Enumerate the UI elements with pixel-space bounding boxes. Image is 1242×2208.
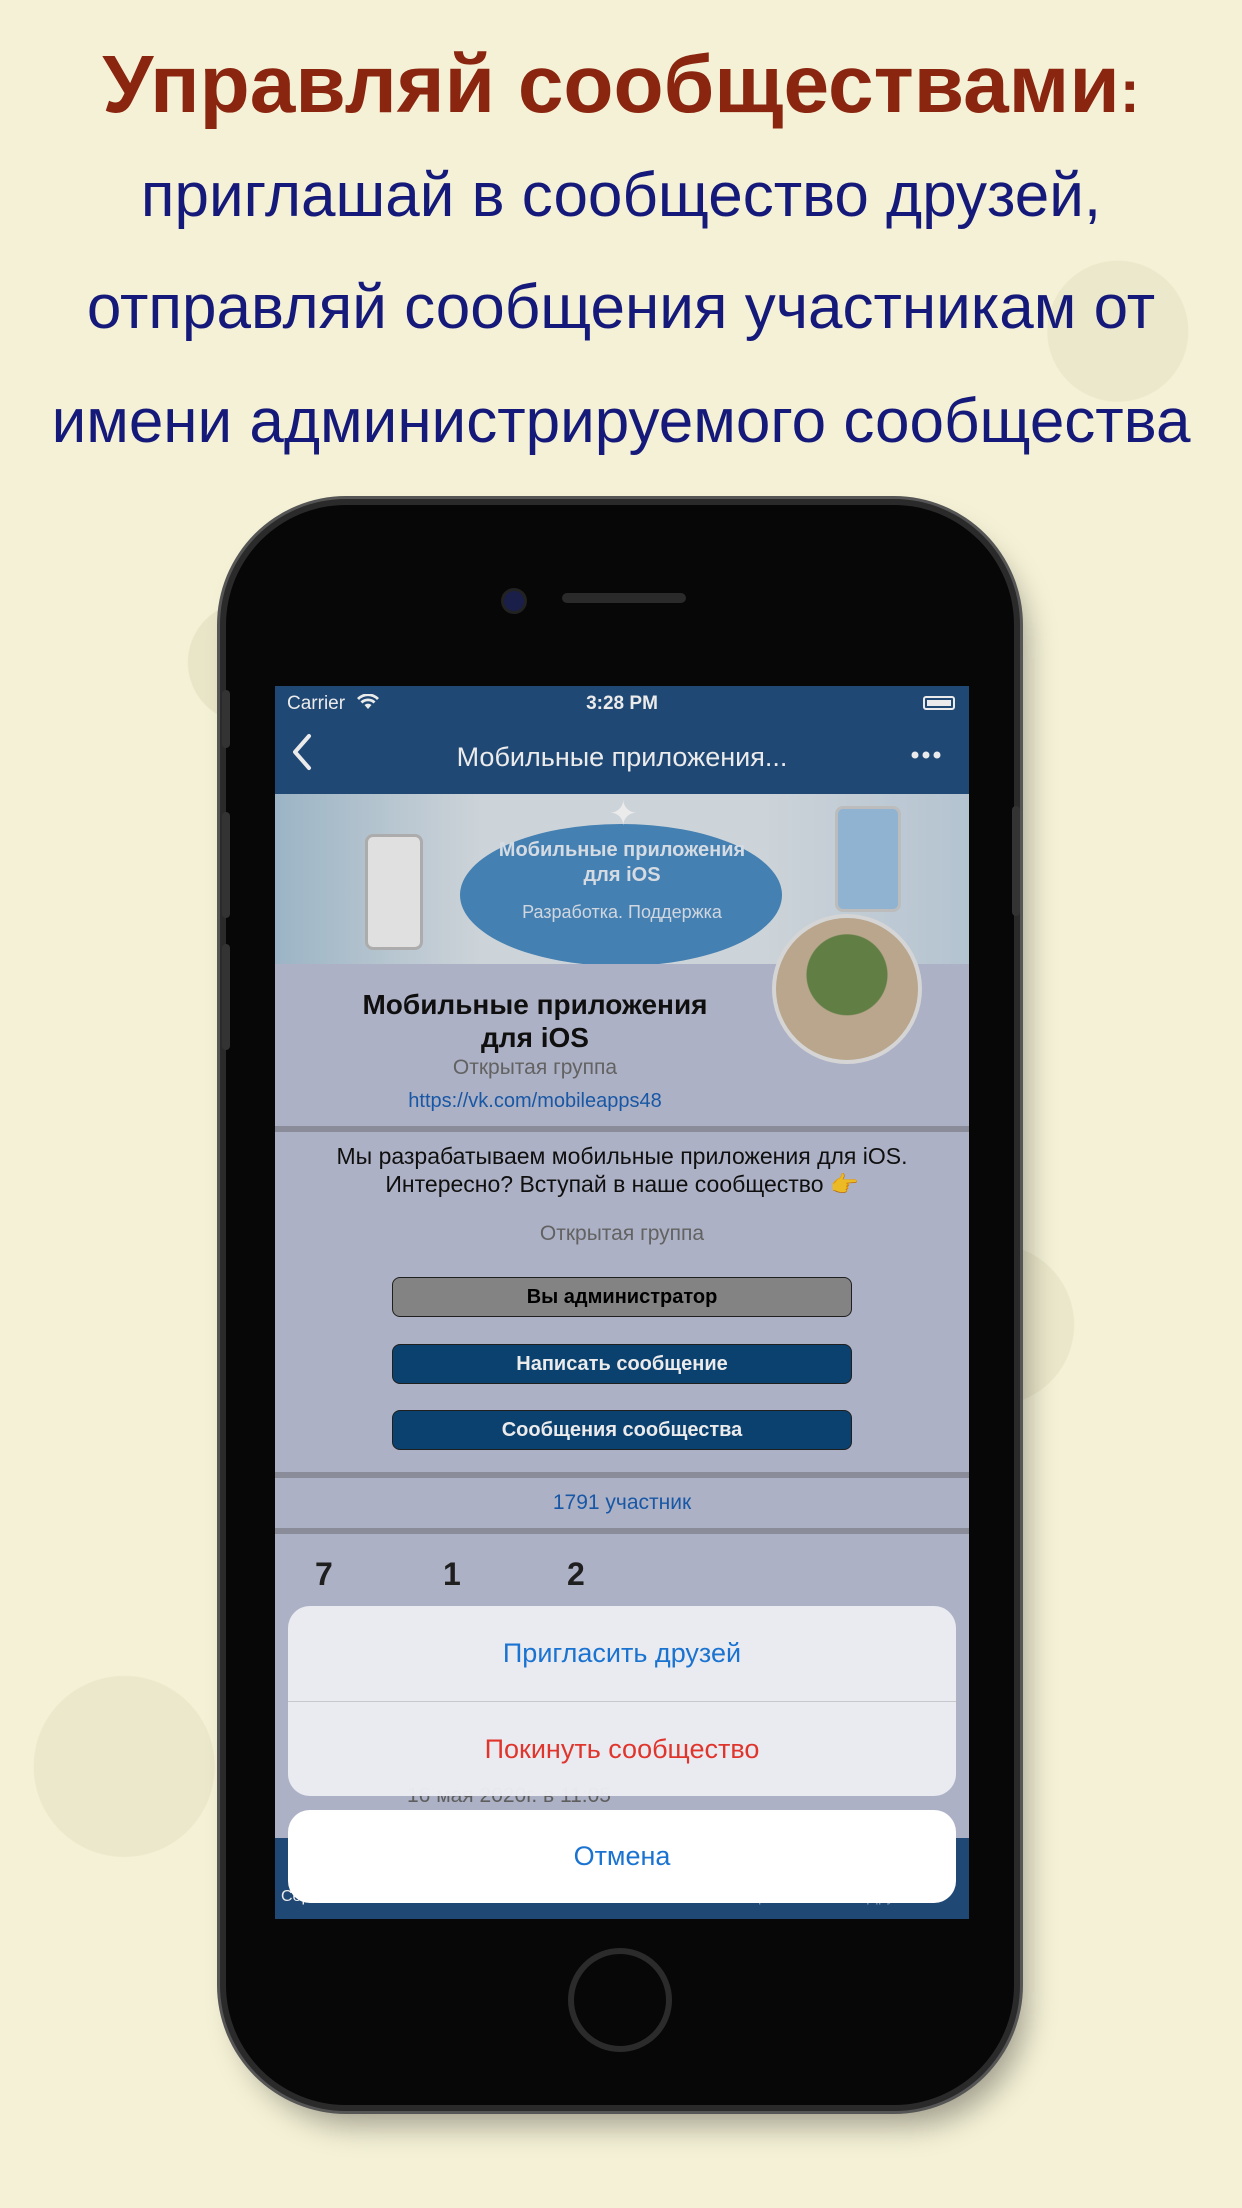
power-button xyxy=(1012,806,1020,916)
action-sheet-cancel-group: Отмена xyxy=(288,1810,956,1903)
invite-friends-action[interactable]: Пригласить друзей xyxy=(288,1606,956,1701)
leave-community-action[interactable]: Покинуть сообщество xyxy=(288,1702,956,1796)
volume-down-button xyxy=(222,944,230,1050)
action-sheet: Пригласить друзей Покинуть сообщество xyxy=(288,1606,956,1796)
promo-headline: Управляй сообществами: xyxy=(0,38,1242,132)
promo-headline-colon: : xyxy=(1119,58,1140,125)
volume-up-button xyxy=(222,812,230,918)
promo-line-2: отправляй сообщения участникам от xyxy=(86,273,1156,342)
speaker-grille xyxy=(562,593,686,603)
home-button[interactable] xyxy=(568,1948,672,2052)
promo-headline-text: Управляй сообществами xyxy=(102,39,1120,130)
promo-line-1: приглашай в сообщество друзей, xyxy=(140,161,1102,230)
cancel-action[interactable]: Отмена xyxy=(288,1810,956,1903)
promo-line-3: имени администрируемого сообщества xyxy=(51,387,1191,456)
mute-switch xyxy=(222,690,230,748)
phone-screen: Carrier 3:28 PM Мобильные приложения... … xyxy=(275,686,969,1919)
front-camera-icon xyxy=(501,588,527,614)
